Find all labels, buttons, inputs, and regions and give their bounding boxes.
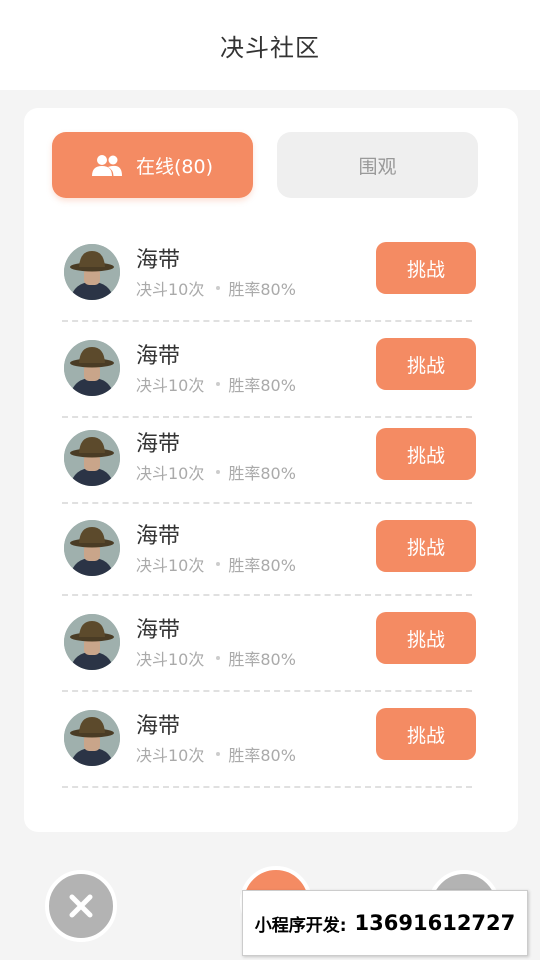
close-icon <box>69 894 93 918</box>
win-rate: 胜率80% <box>228 556 296 575</box>
win-rate: 胜率80% <box>228 376 296 395</box>
win-rate: 胜率80% <box>228 650 296 669</box>
win-rate: 胜率80% <box>228 746 296 765</box>
player-stats: 决斗10次 胜率80% <box>136 646 296 670</box>
separator-dot <box>216 656 221 660</box>
player-list-card: 在线(80) 围观 海带 决斗10次 胜率80% 挑战 海带 决斗10次 胜率8… <box>24 108 518 832</box>
avatar <box>64 614 120 670</box>
separator-dot <box>216 286 221 290</box>
tab-watch-label: 围观 <box>358 155 397 178</box>
tab-online[interactable]: 在线(80) <box>52 132 253 198</box>
list-item: 海带 决斗10次 胜率80% 挑战 <box>62 504 476 596</box>
player-name: 海带 <box>136 618 181 643</box>
avatar <box>64 340 120 396</box>
player-name: 海带 <box>136 524 181 549</box>
player-stats: 决斗10次 胜率80% <box>136 742 296 766</box>
duel-count: 决斗10次 <box>136 464 205 483</box>
player-list: 海带 决斗10次 胜率80% 挑战 海带 决斗10次 胜率80% 挑战 海带 决… <box>62 226 476 788</box>
win-rate: 胜率80% <box>228 464 296 483</box>
avatar <box>64 430 120 486</box>
close-button[interactable] <box>45 870 117 942</box>
avatar <box>64 244 120 300</box>
duel-count: 决斗10次 <box>136 376 205 395</box>
contact-watermark: 小程序开发: 13691612727 <box>242 890 528 956</box>
separator-dot <box>216 470 221 474</box>
player-stats: 决斗10次 胜率80% <box>136 372 296 396</box>
avatar <box>64 710 120 766</box>
player-name: 海带 <box>136 344 181 369</box>
player-stats: 决斗10次 胜率80% <box>136 552 296 576</box>
duel-count: 决斗10次 <box>136 280 205 299</box>
separator-dot <box>216 562 221 566</box>
player-name: 海带 <box>136 432 181 457</box>
list-item: 海带 决斗10次 胜率80% 挑战 <box>62 418 476 504</box>
challenge-button[interactable]: 挑战 <box>376 708 476 760</box>
duel-count: 决斗10次 <box>136 746 205 765</box>
list-item: 海带 决斗10次 胜率80% 挑战 <box>62 226 476 322</box>
tab-watch[interactable]: 围观 <box>277 132 478 198</box>
win-rate: 胜率80% <box>228 280 296 299</box>
player-name: 海带 <box>136 248 181 273</box>
challenge-button[interactable]: 挑战 <box>376 338 476 390</box>
player-name: 海带 <box>136 714 181 739</box>
page-title: 决斗社区 <box>220 33 320 62</box>
list-item: 海带 决斗10次 胜率80% 挑战 <box>62 692 476 788</box>
duel-count: 决斗10次 <box>136 650 205 669</box>
watermark-label: 小程序开发: <box>254 915 347 936</box>
tab-online-label: 在线(80) <box>135 155 213 178</box>
challenge-button[interactable]: 挑战 <box>376 520 476 572</box>
list-item: 海带 决斗10次 胜率80% 挑战 <box>62 322 476 418</box>
separator-dot <box>216 752 221 756</box>
separator-dot <box>216 382 221 386</box>
header-bar: 决斗社区 <box>0 0 540 90</box>
challenge-button[interactable]: 挑战 <box>376 428 476 480</box>
list-item: 海带 决斗10次 胜率80% 挑战 <box>62 596 476 692</box>
player-stats: 决斗10次 胜率80% <box>136 276 296 300</box>
challenge-button[interactable]: 挑战 <box>376 242 476 294</box>
challenge-button[interactable]: 挑战 <box>376 612 476 664</box>
avatar <box>64 520 120 576</box>
users-icon <box>91 155 122 176</box>
player-stats: 决斗10次 胜率80% <box>136 460 296 484</box>
duel-count: 决斗10次 <box>136 556 205 575</box>
watermark-phone: 13691612727 <box>354 911 516 935</box>
